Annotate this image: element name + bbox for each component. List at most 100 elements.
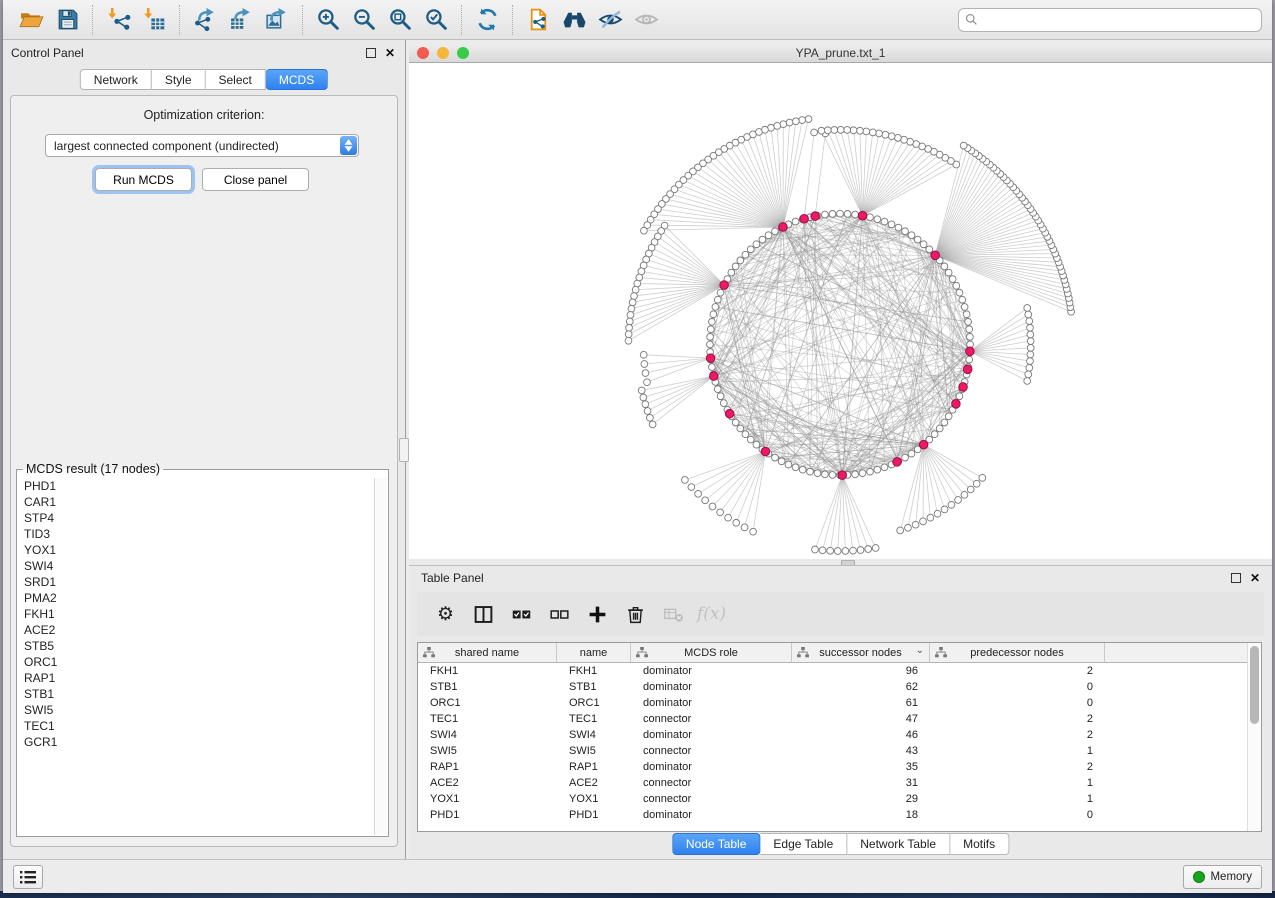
graph-node[interactable] [733, 519, 740, 526]
graph-node[interactable] [647, 414, 654, 421]
float-window-icon[interactable] [366, 48, 376, 58]
zoom-traffic-light[interactable] [457, 47, 469, 59]
graph-node[interactable] [714, 386, 721, 393]
graph-node[interactable] [626, 318, 633, 325]
graph-node[interactable] [956, 393, 963, 400]
graph-hub-node[interactable] [779, 223, 788, 232]
graph-node[interactable] [640, 227, 647, 234]
graph-node[interactable] [709, 503, 716, 510]
graph-hub-node[interactable] [725, 409, 734, 418]
graph-node[interactable] [831, 127, 838, 134]
graph-node[interactable] [844, 127, 851, 134]
zoom-out-button[interactable] [346, 4, 382, 36]
graph-node[interactable] [644, 408, 651, 415]
graph-node[interactable] [707, 326, 714, 333]
select-all-button[interactable] [507, 599, 536, 629]
graph-node[interactable] [737, 425, 744, 432]
graph-hub-node[interactable] [800, 214, 809, 223]
graph-node[interactable] [799, 466, 806, 473]
graph-node[interactable] [634, 280, 641, 287]
graph-node[interactable] [857, 127, 864, 134]
tab-select[interactable]: Select [206, 69, 266, 90]
graph-node[interactable] [1026, 364, 1033, 371]
close-table-panel-icon[interactable]: ✕ [1250, 573, 1260, 583]
graph-node[interactable] [1027, 351, 1034, 358]
graph-node[interactable] [829, 211, 836, 218]
graph-hub-node[interactable] [919, 440, 928, 449]
mcds-result-item[interactable]: TEC1 [18, 718, 374, 734]
mcds-result-item[interactable]: ORC1 [18, 654, 374, 670]
graph-node[interactable] [753, 241, 760, 248]
graph-node[interactable] [822, 211, 829, 218]
graph-node[interactable] [688, 484, 695, 491]
column-header-successor-nodes[interactable]: successor nodes⌄ [792, 643, 930, 662]
graph-node[interactable] [710, 311, 717, 318]
graph-node[interactable] [850, 547, 857, 554]
graph-node[interactable] [842, 548, 849, 555]
delete-columns-button[interactable] [621, 599, 650, 629]
tab-motifs[interactable]: Motifs [950, 833, 1009, 855]
show-all-button[interactable] [628, 4, 664, 36]
graph-node[interactable] [881, 464, 888, 471]
graph-node[interactable] [857, 547, 864, 554]
graph-node[interactable] [959, 296, 966, 303]
graph-node[interactable] [728, 269, 735, 276]
graph-node[interactable] [960, 142, 967, 149]
mcds-result-item[interactable]: GCR1 [18, 734, 374, 750]
table-row[interactable]: ORC1ORC1dominator610 [418, 695, 1248, 711]
graph-node[interactable] [1027, 338, 1034, 345]
mcds-result-item[interactable]: YOX1 [18, 542, 374, 558]
apply-layout-button[interactable] [469, 4, 505, 36]
column-header-MCDS-role[interactable]: MCDS role [631, 643, 792, 662]
graph-node[interactable] [812, 546, 819, 553]
graph-node[interactable] [709, 318, 716, 325]
table-scrollbar-thumb[interactable] [1250, 646, 1259, 724]
graph-node[interactable] [640, 394, 647, 401]
graph-node[interactable] [632, 286, 639, 293]
graph-node[interactable] [1026, 318, 1033, 325]
graph-node[interactable] [961, 304, 968, 311]
graph-node[interactable] [747, 436, 754, 443]
criterion-select[interactable]: largest connected component (undirected) [45, 134, 359, 157]
graph-node[interactable] [973, 480, 980, 487]
mcds-result-item[interactable]: STP4 [18, 510, 374, 526]
graph-hub-node[interactable] [710, 372, 719, 381]
mcds-result-item[interactable]: STB1 [18, 686, 374, 702]
graph-node[interactable] [895, 224, 902, 231]
graph-node[interactable] [638, 387, 645, 394]
graph-node[interactable] [640, 351, 647, 358]
column-chooser-button[interactable] [469, 599, 498, 629]
graph-node[interactable] [1025, 311, 1032, 318]
graph-node[interactable] [717, 393, 724, 400]
graph-node[interactable] [765, 232, 772, 239]
tab-network-table[interactable]: Network Table [847, 833, 950, 855]
graph-node[interactable] [644, 379, 651, 386]
table-row[interactable]: STB1STB1dominator620 [418, 679, 1248, 695]
table-row[interactable]: TEC1TEC1connector472 [418, 711, 1248, 727]
graph-node[interactable] [967, 486, 974, 493]
graph-node[interactable] [631, 293, 638, 300]
first-neighbors-button[interactable] [556, 4, 592, 36]
export-network-button[interactable] [187, 4, 223, 36]
close-panel-button[interactable]: Close panel [202, 168, 309, 191]
graph-node[interactable] [967, 333, 974, 340]
table-settings-button[interactable]: ⚙ [431, 599, 460, 629]
open-file-button[interactable] [13, 4, 49, 36]
graph-node[interactable] [945, 413, 952, 420]
graph-node[interactable] [941, 263, 948, 270]
table-row[interactable]: SWI5SWI5connector431 [418, 743, 1248, 759]
graph-node[interactable] [934, 510, 941, 517]
graph-node[interactable] [1027, 358, 1034, 365]
function-builder-button[interactable]: f(x) [697, 599, 726, 629]
graph-node[interactable] [867, 214, 874, 221]
graph-node[interactable] [920, 241, 927, 248]
graph-node[interactable] [965, 318, 972, 325]
graph-node[interactable] [888, 133, 895, 140]
graph-node[interactable] [908, 450, 915, 457]
tab-edge-table[interactable]: Edge Table [760, 833, 847, 855]
graph-node[interactable] [819, 547, 826, 554]
graph-node[interactable] [1024, 305, 1031, 312]
mcds-result-item[interactable]: PMA2 [18, 590, 374, 606]
mcds-result-item[interactable]: SRD1 [18, 574, 374, 590]
graph-node[interactable] [792, 218, 799, 225]
